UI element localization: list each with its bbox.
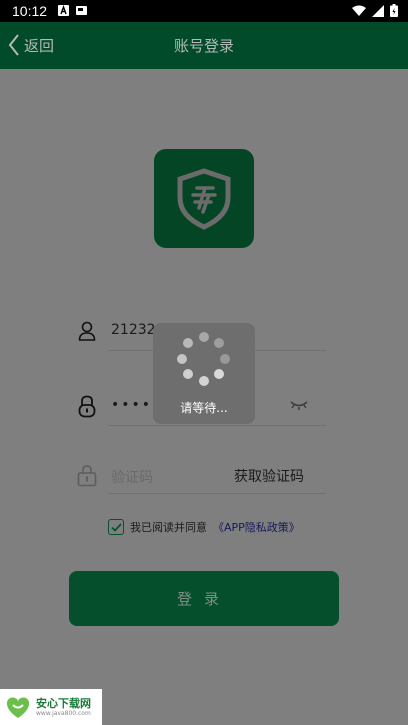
spinner-dot — [214, 338, 224, 348]
spinner-dot — [199, 332, 209, 342]
verify-lock-icon — [77, 465, 97, 487]
watermark-url: www.java800.com — [36, 709, 91, 717]
status-bar: 10:12 — [0, 0, 408, 22]
notification-card-icon — [76, 6, 87, 15]
agreement-row: 我已阅读并同意 《APP隐私政策》 — [108, 519, 300, 535]
verify-underline — [109, 493, 326, 494]
shield-logo-icon — [177, 167, 231, 230]
user-icon — [78, 321, 96, 341]
login-button[interactable]: 登录 — [69, 571, 339, 626]
cellular-icon — [372, 4, 384, 17]
loading-text: 请等待... — [180, 401, 228, 415]
watermark-name: 安心下载网 — [36, 696, 91, 710]
notification-a-icon — [58, 5, 69, 16]
wifi-icon — [352, 5, 366, 16]
spinner-dot — [177, 354, 187, 364]
check-icon — [110, 522, 122, 532]
battery-icon — [390, 4, 398, 17]
spinner-dot — [214, 369, 224, 379]
watermark: 安心下载网 www.java800.com — [0, 689, 102, 725]
spinner-dot — [220, 354, 230, 364]
verify-code-input[interactable]: 验证码 — [111, 467, 153, 487]
spinner-dot — [183, 369, 193, 379]
lock-icon — [78, 395, 96, 418]
get-code-button[interactable]: 获取验证码 — [234, 466, 304, 486]
loading-dialog: 请等待... — [153, 323, 255, 424]
spinner-dot — [199, 376, 209, 386]
title-bar: 返回 账号登录 — [0, 22, 408, 69]
status-time: 10:12 — [12, 3, 48, 19]
status-icons — [352, 4, 398, 17]
password-underline — [109, 425, 326, 426]
app-logo — [154, 149, 254, 248]
agree-text: 我已阅读并同意 — [130, 521, 207, 534]
spinner-dot — [183, 338, 193, 348]
agree-checkbox[interactable] — [108, 519, 124, 535]
page-title: 账号登录 — [173, 37, 234, 55]
eye-closed-icon[interactable] — [290, 400, 308, 410]
privacy-policy-link[interactable]: 《APP隐私政策》 — [213, 519, 300, 535]
watermark-logo-icon — [6, 697, 30, 718]
